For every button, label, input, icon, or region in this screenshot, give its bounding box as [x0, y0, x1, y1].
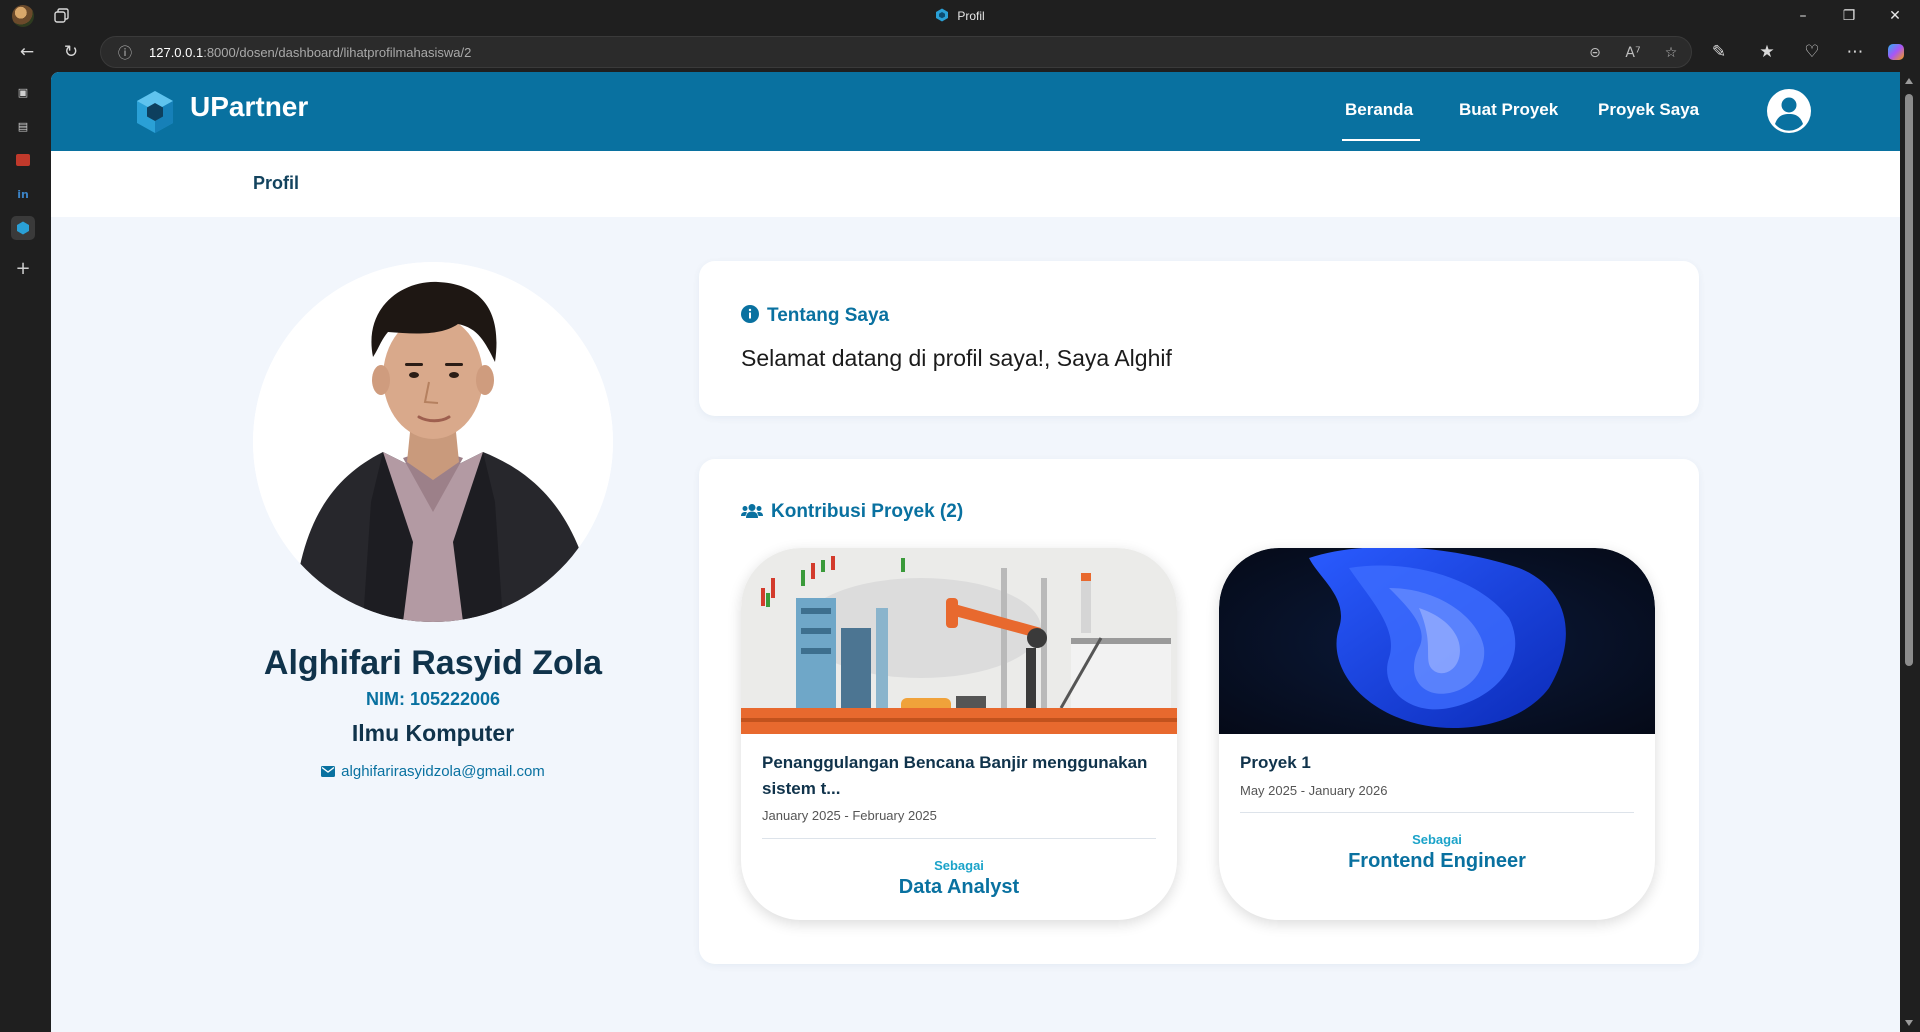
more-menu-icon[interactable]: ⋯ [1843, 40, 1867, 64]
zoom-out-icon[interactable]: ⊝ [1585, 43, 1605, 63]
nav-buat-proyek[interactable]: Buat Proyek [1459, 100, 1558, 120]
minimize-icon[interactable]: – [1780, 0, 1826, 32]
back-icon[interactable]: ← [15, 40, 39, 64]
project-as-label-2: Sebagai [1412, 832, 1462, 847]
envelope-icon [321, 766, 336, 777]
tabs-icon[interactable]: ▣ [11, 80, 35, 104]
project-image-1 [741, 548, 1177, 734]
collections-icon[interactable]: ▤ [11, 114, 35, 138]
project-divider-2 [1240, 812, 1634, 813]
site-info-icon[interactable]: ⓘ [115, 43, 135, 63]
profile-nim: NIM: 105222006 [365, 689, 501, 709]
project-image-2 [1219, 548, 1655, 734]
close-icon[interactable]: ✕ [1872, 0, 1918, 32]
about-text: Selamat datang di profil saya!, Saya Alg… [741, 345, 1172, 371]
copilot-icon[interactable] [1884, 40, 1908, 64]
info-icon [741, 305, 759, 323]
profile-major: Ilmu Komputer [351, 720, 515, 746]
blue-bloom-illustration-icon [1219, 548, 1655, 734]
favorite-star-icon[interactable]: ☆ [1661, 43, 1681, 63]
scroll-up-icon[interactable] [1905, 78, 1913, 84]
users-icon [741, 504, 763, 518]
app-icon[interactable] [11, 148, 35, 172]
browser-titlebar: Profil – ❐ ✕ [0, 0, 1920, 32]
upartner-icon[interactable] [11, 216, 35, 240]
project-role-2: Frontend Engineer [1348, 850, 1526, 872]
about-heading: Tentang Saya [741, 305, 889, 327]
add-icon[interactable]: + [11, 256, 35, 280]
project-title-2[interactable]: Proyek 1 [1240, 750, 1640, 776]
project-card-1[interactable]: Penanggulangan Bencana Banjir menggunaka… [741, 548, 1177, 920]
project-role-1: Data Analyst [898, 876, 1020, 898]
browser-sidebar: ▣ ▤ in + [0, 72, 46, 1032]
project-date-1: January 2025 - February 2025 [762, 808, 937, 823]
nav-active-indicator [1342, 139, 1420, 141]
nav-beranda[interactable]: Beranda [1345, 100, 1413, 120]
profile-name: Alghifari Rasyid Zola [263, 644, 603, 682]
page-viewport: UPartner Beranda Buat Proyek Proyek Saya… [51, 72, 1900, 1032]
browser-toolbar: ← ↻ ⓘ 127.0.0.1:8000/dosen/dashboard/lih… [0, 32, 1920, 72]
project-divider-1 [762, 838, 1156, 839]
profile-photo [253, 262, 613, 622]
refresh-icon[interactable]: ↻ [59, 40, 83, 64]
profile-email-text[interactable]: alghifarirasyidzola@gmail.com [341, 763, 545, 780]
projects-card: Kontribusi Proyek (2) Penanggulangan Ben… [699, 459, 1699, 964]
read-aloud-icon[interactable]: A⁷ [1623, 43, 1643, 63]
page-title: Profil [253, 173, 300, 193]
linkedin-icon[interactable]: in [11, 182, 35, 206]
oil-industry-illustration-icon [741, 548, 1177, 734]
scroll-down-icon[interactable] [1905, 1020, 1913, 1026]
tab-title-text: Profil [957, 9, 985, 23]
restore-icon[interactable]: ❐ [1826, 0, 1872, 32]
projects-heading: Kontribusi Proyek (2) [741, 501, 963, 523]
site-navbar: UPartner Beranda Buat Proyek Proyek Saya [51, 72, 1900, 151]
extensions-icon[interactable]: ✎ [1707, 40, 1731, 64]
favorites-icon[interactable]: ★ [1755, 40, 1779, 64]
scroll-thumb[interactable] [1905, 94, 1913, 666]
active-tab[interactable]: Profil [0, 8, 1920, 23]
about-card: Tentang Saya Selamat datang di profil sa… [699, 261, 1699, 416]
project-card-2[interactable]: Proyek 1 May 2025 - January 2026 Sebagai… [1219, 548, 1655, 920]
page-scrollbar[interactable] [1900, 72, 1920, 1032]
upartner-logo-icon[interactable] [135, 90, 175, 134]
url-text[interactable]: 127.0.0.1:8000/dosen/dashboard/lihatprof… [149, 45, 471, 60]
project-date-2: May 2025 - January 2026 [1240, 783, 1388, 798]
address-bar[interactable]: ⓘ 127.0.0.1:8000/dosen/dashboard/lihatpr… [100, 36, 1692, 68]
browser-essentials-icon[interactable]: ♡ [1800, 40, 1824, 64]
brand-name[interactable]: UPartner [190, 91, 308, 123]
profile-email[interactable]: alghifarirasyidzola@gmail.com [223, 763, 643, 780]
nav-proyek-saya[interactable]: Proyek Saya [1598, 100, 1699, 120]
project-title-1[interactable]: Penanggulangan Bencana Banjir menggunaka… [762, 750, 1162, 802]
project-as-label-1: Sebagai [934, 858, 984, 873]
upartner-favicon-icon [936, 8, 949, 22]
user-avatar-icon[interactable] [1767, 89, 1811, 133]
person-photo-icon [253, 262, 613, 622]
page-subheader: Profil [51, 151, 1900, 217]
